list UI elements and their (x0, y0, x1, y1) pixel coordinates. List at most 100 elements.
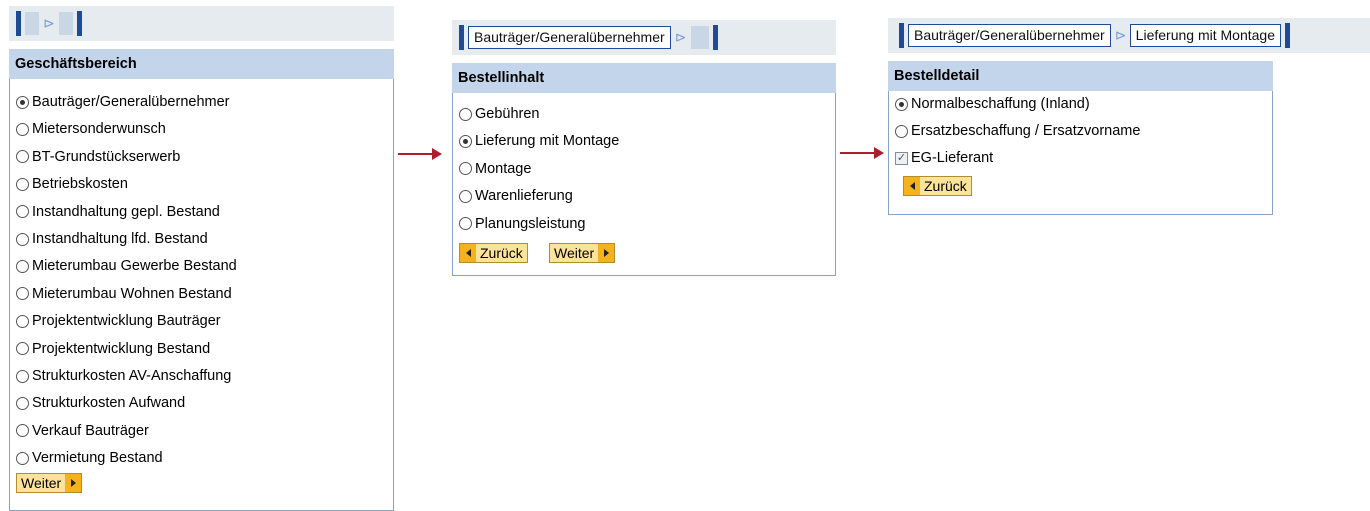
arrow-left-icon (460, 244, 476, 262)
breadcrumb-item[interactable]: Bauträger/Generalübernehmer (468, 26, 671, 49)
step1-panel: ⊳ Geschäftsbereich Bauträger/Generalüber… (9, 6, 394, 511)
step2-panel: Bauträger/Generalübernehmer ⊳ Bestellinh… (452, 20, 836, 276)
radio-option-label: Strukturkosten Aufwand (32, 395, 186, 412)
nav-bar-right (712, 25, 718, 50)
step2-breadcrumb-bar: Bauträger/Generalübernehmer ⊳ (452, 20, 836, 55)
radio-option-label: BT-Grundstückserwerb (32, 148, 181, 165)
step3-breadcrumb-bar: Bauträger/Generalübernehmer ⊳ Lieferung … (888, 18, 1370, 53)
section-header: Bestelldetail (888, 61, 1273, 91)
radio-option-label: Lieferung mit Montage (475, 133, 620, 150)
radio-option[interactable]: Instandhaltung gepl. Bestand (16, 202, 220, 222)
radio-option[interactable]: Planungsleistung (459, 214, 585, 234)
back-button[interactable]: Zurück (903, 176, 972, 196)
radio-option-label: Vermietung Bestand (32, 450, 163, 467)
arrow-right-icon (598, 244, 615, 262)
radio-option-label: Planungsleistung (475, 215, 586, 232)
radio-empty-icon (895, 124, 908, 138)
options-box: Bauträger/Generalübernehmer Mietersonderw… (9, 79, 394, 511)
radio-selected-icon (895, 97, 908, 111)
radio-option-label: Ersatzbeschaffung / Ersatzvorname (911, 123, 1141, 139)
radio-option[interactable]: Ersatzbeschaffung / Ersatzvorname (895, 121, 1140, 141)
radio-option[interactable]: Instandhaltung lfd. Bestand (16, 229, 208, 249)
nav-bar-left (899, 23, 904, 48)
nav-bar-right (1284, 23, 1290, 48)
empty-crumb (59, 12, 73, 35)
radio-empty-icon (459, 189, 472, 203)
radio-option[interactable]: BT-Grundstückserwerb (16, 147, 180, 167)
radio-option[interactable]: Montage (459, 159, 531, 179)
flow-arrow-icon (398, 148, 442, 160)
radio-option-label: Mieterumbau Wohnen Bestand (32, 285, 232, 302)
breadcrumb-separator-icon: ⊳ (43, 15, 55, 31)
radio-selected-icon (16, 95, 29, 109)
radio-empty-icon (16, 342, 29, 356)
breadcrumb-item[interactable]: Lieferung mit Montage (1129, 24, 1281, 47)
radio-option-label: Instandhaltung lfd. Bestand (32, 231, 208, 247)
breadcrumb-item[interactable]: Bauträger/Generalübernehmer (908, 24, 1111, 47)
radio-empty-icon (16, 122, 29, 136)
radio-option[interactable]: Normalbeschaffung (Inland) (895, 94, 1090, 114)
radio-option[interactable]: Projektentwicklung Bestand (16, 339, 210, 359)
radio-option[interactable]: Mietersonderwunsch (16, 119, 166, 139)
radio-option[interactable]: Mieterumbau Wohnen Bestand (16, 284, 232, 304)
radio-option-label: Warenlieferung (475, 188, 573, 205)
breadcrumb-separator-icon: ⊳ (674, 29, 687, 45)
radio-empty-icon (459, 217, 472, 231)
radio-empty-icon (16, 177, 29, 191)
radio-option[interactable]: Strukturkosten AV-Anschaffung (16, 366, 231, 386)
radio-option-label: Montage (475, 160, 532, 177)
radio-option[interactable]: Vermietung Bestand (16, 448, 163, 468)
radio-empty-icon (16, 150, 29, 164)
radio-option[interactable]: Verkauf Bauträger (16, 421, 149, 441)
step1-breadcrumb-bar: ⊳ (9, 6, 394, 41)
radio-empty-icon (459, 107, 472, 121)
radio-option[interactable]: Betriebskosten (16, 174, 128, 194)
next-button-label: Weiter (21, 475, 62, 491)
empty-crumb (690, 26, 709, 49)
options-box: Normalbeschaffung (Inland) Ersatzbeschaff… (888, 91, 1273, 215)
nav-bar-right (77, 11, 82, 36)
arrow-left-icon (904, 177, 920, 195)
radio-empty-icon (16, 205, 29, 219)
back-button-label: Zurück (480, 245, 523, 261)
radio-option-label: Mieterumbau Gewerbe Bestand (32, 258, 237, 275)
radio-empty-icon (459, 162, 472, 176)
radio-option[interactable]: Bauträger/Generalübernehmer (16, 92, 229, 112)
radio-option-label: Projektentwicklung Bauträger (32, 313, 221, 330)
next-button[interactable]: Weiter (549, 243, 616, 263)
radio-empty-icon (16, 396, 29, 410)
radio-empty-icon (16, 424, 29, 438)
radio-option[interactable]: Strukturkosten Aufwand (16, 393, 185, 413)
radio-empty-icon (16, 369, 29, 383)
section-header: Bestellinhalt (452, 63, 836, 93)
back-button-label: Zurück (924, 178, 967, 194)
radio-empty-icon (16, 259, 29, 273)
radio-option-label: Strukturkosten AV-Anschaffung (32, 368, 232, 384)
flow-arrow-icon (840, 147, 884, 159)
radio-option-label: Gebühren (475, 106, 540, 122)
radio-option[interactable]: Projektentwicklung Bauträger (16, 311, 221, 331)
options-box: Gebühren Lieferung mit Montage Montage Ware… (452, 93, 836, 276)
radio-option[interactable]: Lieferung mit Montage (459, 131, 619, 151)
radio-option-label: Betriebskosten (32, 176, 128, 193)
radio-option-label: Mietersonderwunsch (32, 121, 166, 138)
next-button[interactable]: Weiter (16, 473, 83, 493)
radio-option-label: Verkauf Bauträger (32, 422, 149, 439)
back-button[interactable]: Zurück (459, 243, 528, 263)
radio-empty-icon (16, 232, 29, 246)
section-header: Geschäftsbereich (9, 49, 394, 79)
radio-selected-icon (459, 134, 472, 148)
eg-lieferant-checkbox[interactable]: ✓ EG-Lieferant (895, 148, 993, 168)
radio-option-label: Projektentwicklung Bestand (32, 340, 211, 357)
next-button-label: Weiter (554, 245, 595, 261)
radio-empty-icon (16, 451, 29, 465)
checkbox-label: EG-Lieferant (911, 150, 994, 166)
radio-option[interactable]: Mieterumbau Gewerbe Bestand (16, 256, 237, 276)
radio-option-label: Bauträger/Generalübernehmer (32, 94, 230, 110)
radio-option[interactable]: Warenlieferung (459, 186, 573, 206)
empty-crumb (25, 12, 39, 35)
nav-bar-left (459, 25, 464, 50)
step3-panel: Bauträger/Generalübernehmer ⊳ Lieferung … (888, 18, 1370, 223)
radio-option[interactable]: Gebühren (459, 104, 540, 124)
radio-empty-icon (16, 287, 29, 301)
